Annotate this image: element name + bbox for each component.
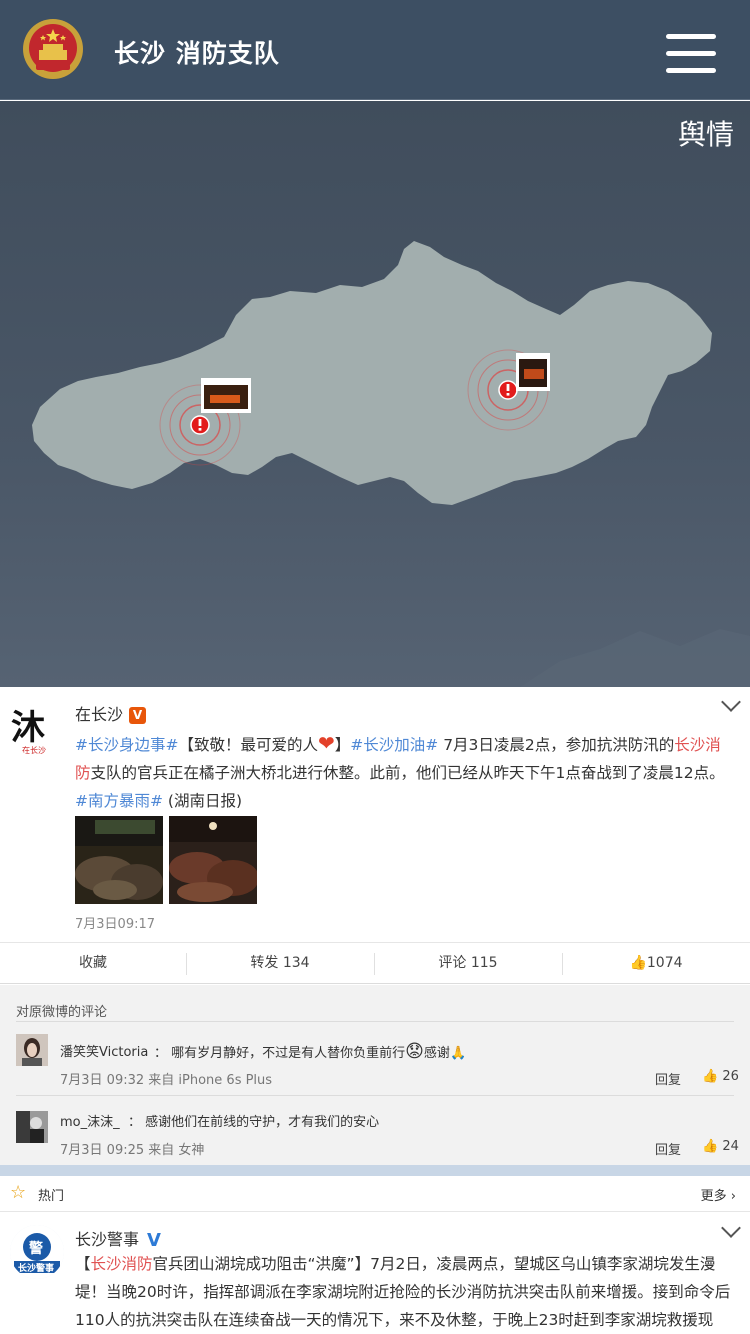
changsha-map-svg (32, 241, 750, 687)
menu-button[interactable] (664, 30, 718, 78)
avatar[interactable] (16, 1034, 48, 1066)
post-username[interactable]: 长沙警事 V (75, 1226, 161, 1251)
comment-username[interactable]: 潘笑笑Victoria (60, 1041, 148, 1060)
thumbs-up-icon: 👍 (702, 1139, 719, 1154)
post-text: 支队的官兵正在橘子洲大桥北进行休整。此前，他们已经从昨天下午1点奋战到了凌晨12… (90, 764, 725, 782)
avatar[interactable]: 警 长沙警事 (10, 1225, 64, 1279)
svg-text:长沙警事: 长沙警事 (18, 1262, 54, 1274)
frown-emoji-icon: 😟 (405, 1041, 424, 1062)
comment-text-body: 感谢他们在前线的守护，才有我们的安心 (145, 1115, 380, 1130)
more-text[interactable]: 更多 (701, 1189, 727, 1204)
pray-emoji-icon: 🙏 (449, 1046, 467, 1061)
more-link[interactable]: 更多 › (701, 1185, 736, 1204)
svg-text:沐: 沐 (11, 708, 45, 748)
menu-bar-icon (666, 34, 716, 39)
post-timestamp: 7月3日09:17 (75, 917, 156, 932)
comment-text: ： 感谢他们在前线的守护，才有我们的安心 (128, 1115, 380, 1130)
repost-button[interactable]: 转发 134 (187, 943, 373, 985)
like-count: 24 (722, 1139, 739, 1154)
svg-text:警: 警 (29, 1240, 43, 1257)
heart-emoji-icon: ❤ (318, 731, 335, 755)
emblem-icon (22, 18, 84, 80)
avatar[interactable] (16, 1111, 48, 1143)
post-text: (湖南日报) (162, 792, 243, 810)
svg-text:在长沙: 在长沙 (22, 745, 46, 755)
post-text: 】 (334, 736, 351, 754)
comments-section: 对原微博的评论 潘笑笑Victoria ： 哪有岁月静好，不过是有人替你负重前行… (0, 985, 750, 1165)
star-icon: ☆ (10, 1182, 27, 1203)
post-body: #长沙身边事#【致敬！最可爱的人❤】#长沙加油# 7月3日凌晨2点，参加抗洪防汛… (75, 729, 735, 815)
hashtag-link[interactable]: #南方暴雨# (75, 792, 163, 810)
divider (16, 1021, 734, 1022)
username-text[interactable]: 长沙警事 (75, 1230, 139, 1249)
hot-label: 热门 (38, 1189, 65, 1204)
post-text: 【致敬！最可爱的人 (178, 736, 318, 754)
section-divider (0, 1165, 750, 1176)
chevron-down-icon[interactable] (721, 692, 741, 712)
like-button[interactable]: 👍1074 (563, 943, 749, 985)
post-text: 7月3日凌晨2点，参加抗洪防汛的 (438, 736, 675, 754)
comments-header: 对原微博的评论 (16, 1005, 108, 1020)
menu-bar-icon (666, 51, 716, 56)
mention-link[interactable]: 长沙消防 (91, 1255, 153, 1273)
avatar[interactable]: 沐 在长沙 (8, 701, 62, 755)
page-title: 长沙 消防支队 (114, 39, 280, 68)
sentiment-map: 舆情 (0, 101, 750, 687)
comment-text-body: 感谢 (423, 1046, 450, 1061)
comment-meta: 7月3日 09:25 来自 女神 (60, 1143, 205, 1158)
comment-username[interactable]: mo_沫沫_ (60, 1111, 120, 1130)
comment-text: ： 哪有岁月静好，不过是有人替你负重前行😟感谢🙏 (154, 1041, 467, 1062)
post-image-1[interactable] (75, 816, 163, 904)
verified-badge-icon: V (129, 707, 147, 724)
menu-bar-icon (666, 68, 716, 73)
chevron-down-icon[interactable] (721, 1218, 741, 1238)
post-username[interactable]: 在长沙 V (75, 701, 147, 725)
post-image-2[interactable] (169, 816, 259, 904)
post-body: 【长沙消防官兵团山湖垸成功阻击“洪魔”】7月2日，凌晨两点，望城区乌山镇李家湖垸… (75, 1250, 735, 1334)
like-count: 1074 (646, 955, 683, 971)
hashtag-link[interactable]: #长沙身边事# (75, 736, 178, 754)
verified-badge-icon: V (147, 1230, 161, 1251)
comment-button[interactable]: 评论 115 (375, 943, 561, 985)
comment-meta: 7月3日 09:32 来自 iPhone 6s Plus (60, 1073, 273, 1088)
hashtag-link[interactable]: #长沙加油# (350, 736, 438, 754)
like-count: 26 (722, 1069, 739, 1084)
post-action-bar: 收藏 转发 134 评论 115 👍1074 (0, 942, 750, 984)
thumbs-up-icon: 👍 (629, 955, 647, 971)
comment-like-button[interactable]: 👍 26 (702, 1069, 739, 1084)
reply-button[interactable]: 回复 (655, 1139, 681, 1158)
reply-button[interactable]: 回复 (655, 1069, 681, 1088)
app-header: 长沙 消防支队 (0, 0, 750, 100)
post-text: 官兵团山湖垸成功阻击“洪魔”】7月2日，凌晨两点，望城区乌山镇李家湖垸发生漫堤！… (75, 1255, 731, 1329)
divider (16, 1095, 734, 1096)
username-text[interactable]: 在长沙 (75, 705, 123, 724)
comment-text-body: 哪有岁月静好，不过是有人替你负重前行 (171, 1046, 406, 1061)
thumbs-up-icon: 👍 (702, 1069, 719, 1084)
hot-section-header: ☆ 热门 更多 › (0, 1176, 750, 1212)
weibo-post-card: 警 长沙警事 长沙警事 V 【长沙消防官兵团山湖垸成功阻击“洪魔”】7月2日，凌晨… (0, 1213, 750, 1334)
collect-button[interactable]: 收藏 (0, 943, 186, 985)
chevron-right-icon: › (730, 1189, 736, 1204)
region-shape (32, 241, 712, 505)
comment-like-button[interactable]: 👍 24 (702, 1139, 739, 1154)
